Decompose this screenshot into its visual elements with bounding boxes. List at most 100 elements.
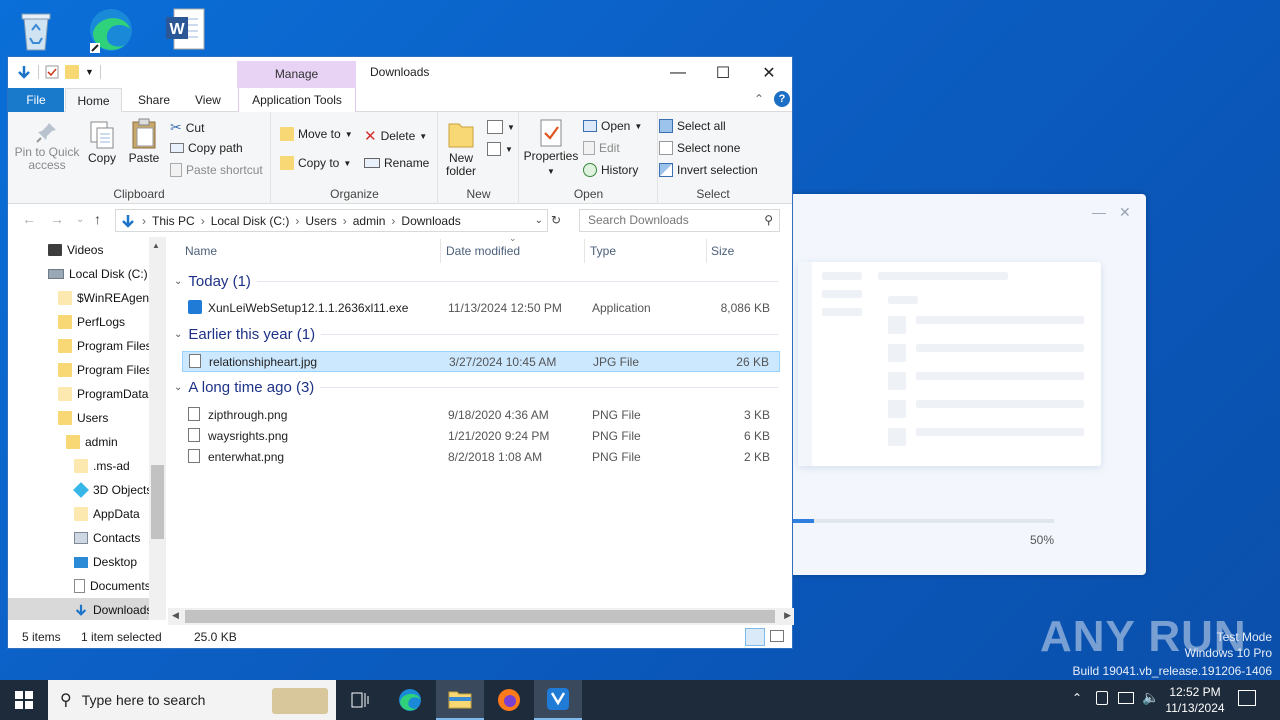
properties-check-icon[interactable] — [45, 65, 59, 79]
large-icons-view-icon[interactable] — [770, 630, 784, 642]
volume-icon[interactable]: 🔈 — [1142, 689, 1159, 706]
file-row[interactable]: enterwhat.png 8/2/2018 1:08 AM PNG File … — [182, 446, 780, 467]
nav-item-desktop[interactable]: Desktop — [74, 550, 137, 574]
edge-icon[interactable] — [86, 6, 134, 54]
tab-share[interactable]: Share — [128, 88, 180, 112]
copy-button[interactable]: Copy — [86, 120, 118, 165]
forward-arrow-icon[interactable]: → — [50, 211, 64, 227]
column-date-modified[interactable]: Date modified — [446, 237, 520, 265]
word-icon[interactable]: W — [160, 6, 208, 54]
file-explorer-taskbar-icon[interactable] — [436, 680, 484, 720]
easy-access-button[interactable]: ▼ — [487, 142, 513, 156]
nav-item-documents[interactable]: Documents — [74, 574, 151, 598]
nav-item-local-disk[interactable]: Local Disk (C:) — [48, 262, 148, 286]
network-icon[interactable] — [1118, 692, 1134, 704]
tab-application-tools[interactable]: Application Tools — [238, 88, 356, 112]
show-hidden-icons-icon[interactable]: ⌃ — [1072, 691, 1082, 705]
copy-path-button[interactable]: Copy path — [170, 141, 243, 155]
crumb-this-pc[interactable]: This PC — [152, 214, 195, 228]
manage-tab[interactable]: Manage — [237, 61, 356, 88]
scroll-up-icon[interactable]: ▲ — [152, 241, 160, 250]
edge-taskbar-icon[interactable] — [386, 680, 434, 720]
details-view-icon[interactable] — [745, 628, 765, 646]
refresh-icon[interactable]: ↻ — [551, 213, 561, 227]
crumb-local-disk[interactable]: Local Disk (C:) — [211, 214, 290, 228]
recycle-bin-icon[interactable] — [12, 6, 60, 54]
up-arrow-icon[interactable]: ↑ — [94, 211, 101, 227]
nav-item-3d-objects[interactable]: 3D Objects — [73, 478, 152, 502]
maximize-icon[interactable]: ☐ — [700, 57, 746, 88]
move-to-button[interactable]: Move to ▼ — [280, 127, 353, 141]
crumb-admin[interactable]: admin — [353, 214, 386, 228]
firefox-taskbar-icon[interactable] — [485, 680, 533, 720]
properties-button[interactable]: Properties ▼ — [524, 118, 578, 178]
horizontal-scrollbar[interactable]: ◀ ▶ — [168, 608, 794, 625]
tab-view[interactable]: View — [185, 88, 231, 112]
edit-button[interactable]: Edit — [583, 141, 620, 155]
column-type[interactable]: Type — [590, 237, 616, 265]
file-row[interactable]: waysrights.png 1/21/2020 9:24 PM PNG Fil… — [182, 425, 780, 446]
history-button[interactable]: History — [583, 163, 638, 177]
paste-shortcut-button[interactable]: Paste shortcut — [170, 163, 263, 177]
new-item-button[interactable]: ▼ — [487, 120, 515, 134]
down-arrow-icon[interactable] — [16, 64, 32, 80]
nav-item-contacts[interactable]: Contacts — [74, 526, 140, 550]
system-clock[interactable]: 12:52 PM 11/13/2024 — [1162, 684, 1228, 716]
group-header-today[interactable]: ⌄ Today (1) — [174, 273, 778, 290]
tab-home[interactable]: Home — [65, 88, 122, 113]
nav-item-appdata[interactable]: AppData — [74, 502, 140, 526]
task-view-icon[interactable] — [336, 680, 384, 720]
nav-item-program-files[interactable]: Program Files — [58, 334, 152, 358]
file-row-selected[interactable]: relationshipheart.jpg 3/27/2024 10:45 AM… — [182, 351, 780, 372]
scroll-right-icon[interactable]: ▶ — [784, 610, 791, 621]
nav-item-downloads[interactable]: Downloads — [8, 598, 166, 620]
search-input[interactable]: Search Downloads ⚲ — [579, 209, 780, 232]
select-none-button[interactable]: Select none — [659, 141, 740, 155]
scroll-left-icon[interactable]: ◀ — [172, 610, 179, 621]
help-icon[interactable]: ? — [774, 91, 790, 107]
nav-item-ms-ad[interactable]: .ms-ad — [74, 454, 130, 478]
open-button[interactable]: Open ▼ — [583, 119, 642, 133]
close-icon[interactable]: ✕ — [746, 57, 792, 88]
notifications-icon[interactable] — [1238, 690, 1256, 706]
new-folder-button[interactable]: New folder — [445, 118, 477, 178]
crumb-users[interactable]: Users — [305, 214, 336, 228]
group-header-earlier-this-year[interactable]: ⌄ Earlier this year (1) — [174, 326, 778, 343]
nav-item-winreagent[interactable]: $WinREAgent — [58, 286, 152, 310]
select-all-button[interactable]: Select all — [659, 119, 726, 133]
qat-dropdown-icon[interactable]: ▼ — [85, 67, 94, 77]
copy-to-button[interactable]: Copy to ▼ — [280, 156, 351, 170]
group-header-a-long-time-ago[interactable]: ⌄ A long time ago (3) — [174, 379, 778, 396]
address-dropdown-icon[interactable]: ⌄ — [535, 215, 543, 226]
xunlei-taskbar-icon[interactable] — [534, 680, 582, 720]
collapse-ribbon-icon[interactable]: ⌃ — [754, 92, 764, 106]
minimize-icon[interactable]: — — [655, 57, 701, 88]
nav-scrollbar[interactable]: ▲ — [149, 237, 166, 620]
pin-quick-access-button[interactable]: Pin to Quick access — [14, 120, 80, 172]
file-row[interactable]: XunLeiWebSetup12.1.1.2636xl11.exe 11/13/… — [182, 297, 780, 318]
tab-file[interactable]: File — [8, 88, 64, 112]
nav-item-program-files-x86[interactable]: Program Files — [58, 358, 152, 382]
installer-minimize-icon[interactable]: — — [1092, 204, 1106, 220]
horizontal-scroll-thumb[interactable] — [185, 610, 775, 623]
nav-item-videos[interactable]: Videos — [48, 238, 103, 262]
security-icon[interactable] — [1096, 691, 1108, 705]
new-folder-icon[interactable] — [65, 65, 79, 79]
back-arrow-icon[interactable]: ← — [22, 211, 36, 227]
nav-item-programdata[interactable]: ProgramData — [58, 382, 148, 406]
taskbar-search[interactable]: ⚲ Type here to search — [48, 680, 336, 720]
file-row[interactable]: zipthrough.png 9/18/2020 4:36 AM PNG Fil… — [182, 404, 780, 425]
start-button[interactable] — [0, 680, 48, 720]
invert-selection-button[interactable]: Invert selection — [659, 163, 758, 177]
nav-item-perflogs[interactable]: PerfLogs — [58, 310, 125, 334]
column-size[interactable]: Size — [711, 237, 734, 265]
cut-button[interactable]: ✂ Cut — [170, 119, 204, 136]
nav-scroll-thumb[interactable] — [151, 465, 164, 539]
column-name[interactable]: Name — [185, 237, 217, 265]
installer-close-icon[interactable]: ✕ — [1119, 204, 1131, 221]
nav-item-users[interactable]: Users — [58, 406, 108, 430]
paste-button[interactable]: Paste — [128, 118, 160, 165]
nav-item-admin[interactable]: admin — [66, 430, 118, 454]
crumb-downloads[interactable]: Downloads — [401, 214, 460, 228]
address-bar[interactable]: › This PC › Local Disk (C:) › Users › ad… — [115, 209, 548, 232]
